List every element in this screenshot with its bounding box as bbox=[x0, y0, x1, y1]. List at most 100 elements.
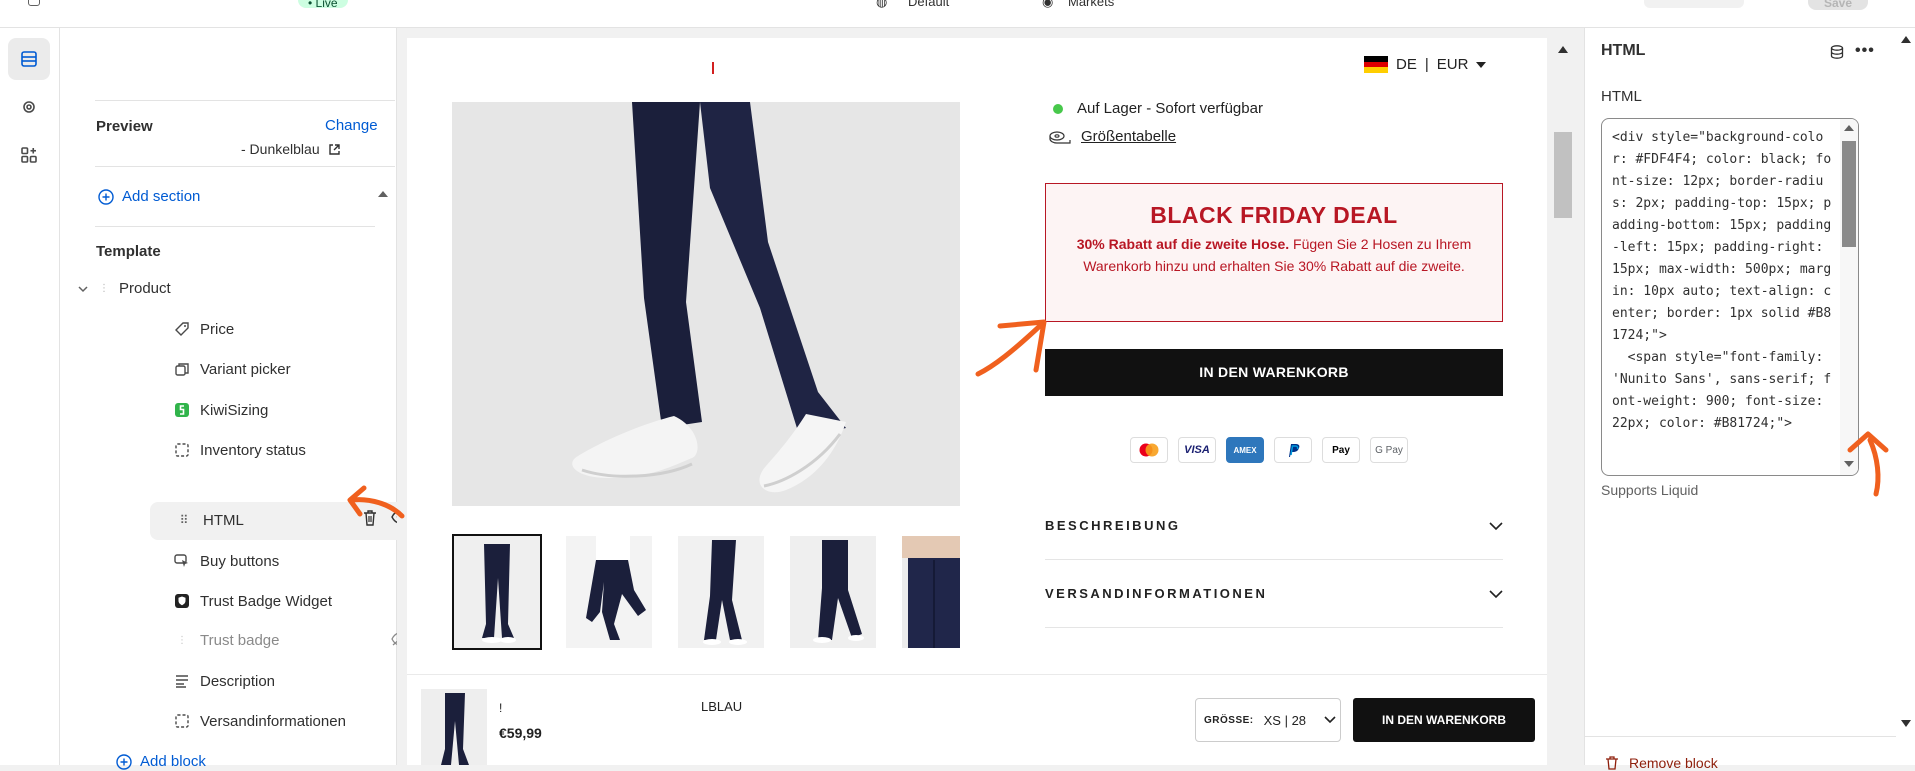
scroll-up-icon[interactable] bbox=[1558, 46, 1568, 53]
product-label: Product bbox=[119, 280, 171, 297]
cursor-click-icon bbox=[174, 553, 190, 569]
block-label: HTML bbox=[203, 511, 244, 529]
save-button[interactable]: Save bbox=[1808, 0, 1868, 10]
accordion-beschreibung[interactable]: BESCHREIBUNG bbox=[1045, 492, 1503, 560]
inventory-status: Auf Lager - Sofort verfügbar bbox=[1053, 100, 1263, 117]
block-label: Description bbox=[200, 672, 276, 690]
add-block-label: Add block bbox=[140, 753, 206, 770]
remove-block-label: Remove block bbox=[1629, 755, 1718, 771]
drag-handle-icon[interactable]: ⠿ bbox=[179, 512, 189, 528]
preview-scroll-thumb[interactable] bbox=[1554, 132, 1572, 218]
block-settings-panel: HTML ••• HTML <div style="background-col… bbox=[1584, 28, 1915, 771]
divider bbox=[95, 100, 395, 101]
paypal-icon bbox=[1274, 437, 1312, 463]
theme-selector[interactable]: Default bbox=[908, 0, 949, 9]
text-lines-icon bbox=[174, 673, 190, 689]
size-chart-label: Größentabelle bbox=[1081, 128, 1177, 145]
dashed-square-icon bbox=[174, 713, 190, 729]
chevron-down-icon bbox=[1324, 716, 1336, 724]
remove-block-button[interactable]: Remove block bbox=[1605, 755, 1718, 771]
block-variant-picker[interactable]: Variant picker bbox=[174, 358, 291, 380]
block-inventory-status[interactable]: Inventory status bbox=[174, 439, 306, 461]
block-trust-badge-hidden[interactable]: ⋮ Trust badge bbox=[174, 629, 280, 651]
product-main-image[interactable] bbox=[452, 102, 960, 506]
scroll-up-icon[interactable] bbox=[1844, 125, 1854, 131]
add-section-button[interactable]: Add section bbox=[98, 188, 200, 205]
size-select-value: XS | 28 bbox=[1263, 712, 1307, 728]
trash-icon[interactable] bbox=[362, 509, 378, 527]
visa-icon: VISA bbox=[1178, 437, 1216, 463]
divider bbox=[95, 226, 375, 227]
panel-scrollbar[interactable] bbox=[1896, 28, 1915, 736]
collapse-up-icon[interactable] bbox=[378, 191, 388, 197]
separator: | bbox=[1424, 56, 1429, 73]
accordion-versandinformationen[interactable]: VERSANDINFORMATIONEN bbox=[1045, 560, 1503, 628]
block-label: Trust badge bbox=[200, 631, 280, 649]
plus-circle-icon bbox=[116, 753, 132, 770]
promo-body: 30% Rabatt auf die zweite Hose. Fügen Si… bbox=[1070, 233, 1478, 277]
thumbnail[interactable] bbox=[452, 534, 542, 650]
block-kiwisizing[interactable]: KiwiSizing bbox=[174, 399, 268, 421]
product-section[interactable]: ⋮ Product bbox=[77, 280, 171, 297]
block-label: Inventory status bbox=[200, 441, 306, 459]
settings-gear-icon[interactable] bbox=[8, 86, 50, 128]
add-block-button[interactable]: Add block bbox=[116, 753, 206, 770]
scroll-down-icon[interactable] bbox=[1844, 461, 1854, 467]
section-sidebar: Preview Change - Dunkelblau Add section … bbox=[60, 28, 454, 770]
scroll-down-icon[interactable] bbox=[1901, 720, 1911, 727]
language-code: DE bbox=[1396, 56, 1417, 73]
block-buy-buttons[interactable]: Buy buttons bbox=[174, 550, 279, 572]
preview-scrollbar[interactable] bbox=[1552, 38, 1574, 765]
language-currency-selector[interactable]: DE | EUR bbox=[1364, 56, 1487, 74]
change-preview-link[interactable]: Change bbox=[325, 117, 378, 134]
logo-mark bbox=[712, 62, 714, 74]
dashed-square-icon bbox=[174, 442, 190, 458]
block-label: Price bbox=[200, 320, 235, 338]
top-bar: • Live ◍ Default ◉ Markets Save bbox=[0, 0, 1915, 28]
block-html[interactable]: ⠿ HTML bbox=[179, 509, 244, 531]
preview-theme-name[interactable]: - Dunkelblau bbox=[241, 141, 341, 157]
database-icon[interactable] bbox=[1829, 44, 1845, 60]
size-select[interactable]: GRÖSSE: XS | 28 bbox=[1195, 698, 1341, 742]
device-toggle[interactable] bbox=[1644, 0, 1744, 8]
inventory-text: Auf Lager - Sofort verfügbar bbox=[1077, 100, 1263, 117]
more-menu-icon[interactable]: ••• bbox=[1855, 42, 1875, 60]
thumbnail[interactable] bbox=[790, 536, 876, 648]
market-selector[interactable]: Markets bbox=[1068, 0, 1114, 9]
mastercard-icon bbox=[1130, 437, 1168, 463]
promo-bold: 30% Rabatt auf die zweite Hose. bbox=[1076, 236, 1290, 252]
add-to-cart-button[interactable]: IN DEN WARENKORB bbox=[1045, 349, 1503, 396]
in-stock-dot bbox=[1053, 103, 1063, 114]
thumbnail[interactable] bbox=[566, 536, 652, 648]
code-scrollbar[interactable] bbox=[1840, 119, 1858, 475]
divider bbox=[1585, 736, 1896, 737]
html-code-editor[interactable]: <div style="background-color: #FDF4F4; c… bbox=[1601, 118, 1859, 476]
preview-label: Preview bbox=[96, 118, 153, 135]
drag-handle-icon[interactable]: ⋮ bbox=[174, 632, 190, 648]
exit-icon[interactable] bbox=[28, 0, 40, 6]
block-label: Variant picker bbox=[200, 360, 291, 378]
caret-down-icon bbox=[1476, 61, 1487, 68]
scroll-up-icon[interactable] bbox=[1901, 36, 1911, 43]
block-price[interactable]: Price bbox=[174, 318, 234, 340]
block-trust-badge-widget[interactable]: Trust Badge Widget bbox=[174, 590, 332, 612]
code-scroll-thumb[interactable] bbox=[1842, 141, 1856, 247]
apps-icon[interactable] bbox=[8, 134, 50, 176]
html-code-content[interactable]: <div style="background-color: #FDF4F4; c… bbox=[1612, 127, 1834, 435]
add-section-label: Add section bbox=[122, 188, 201, 205]
thumbnail[interactable] bbox=[902, 536, 960, 648]
variant-icon bbox=[174, 361, 190, 377]
promo-title: BLACK FRIDAY DEAL bbox=[1150, 202, 1398, 228]
apple-pay-icon: Pay bbox=[1322, 437, 1360, 463]
block-versandinformationen[interactable]: Versandinformationen bbox=[174, 710, 346, 732]
size-chart-link[interactable]: Größentabelle bbox=[1049, 128, 1176, 145]
chevron-down-icon bbox=[78, 285, 88, 292]
block-label: Buy buttons bbox=[200, 552, 280, 570]
drag-handle-icon[interactable]: ⋮ bbox=[99, 283, 109, 294]
kiwisizing-app-icon bbox=[174, 402, 190, 418]
block-description[interactable]: Description bbox=[174, 670, 275, 692]
sections-icon[interactable] bbox=[8, 38, 50, 80]
thumbnail[interactable] bbox=[678, 536, 764, 648]
live-badge: • Live bbox=[298, 0, 348, 10]
sticky-add-to-cart-button[interactable]: IN DEN WARENKORB bbox=[1353, 698, 1535, 742]
